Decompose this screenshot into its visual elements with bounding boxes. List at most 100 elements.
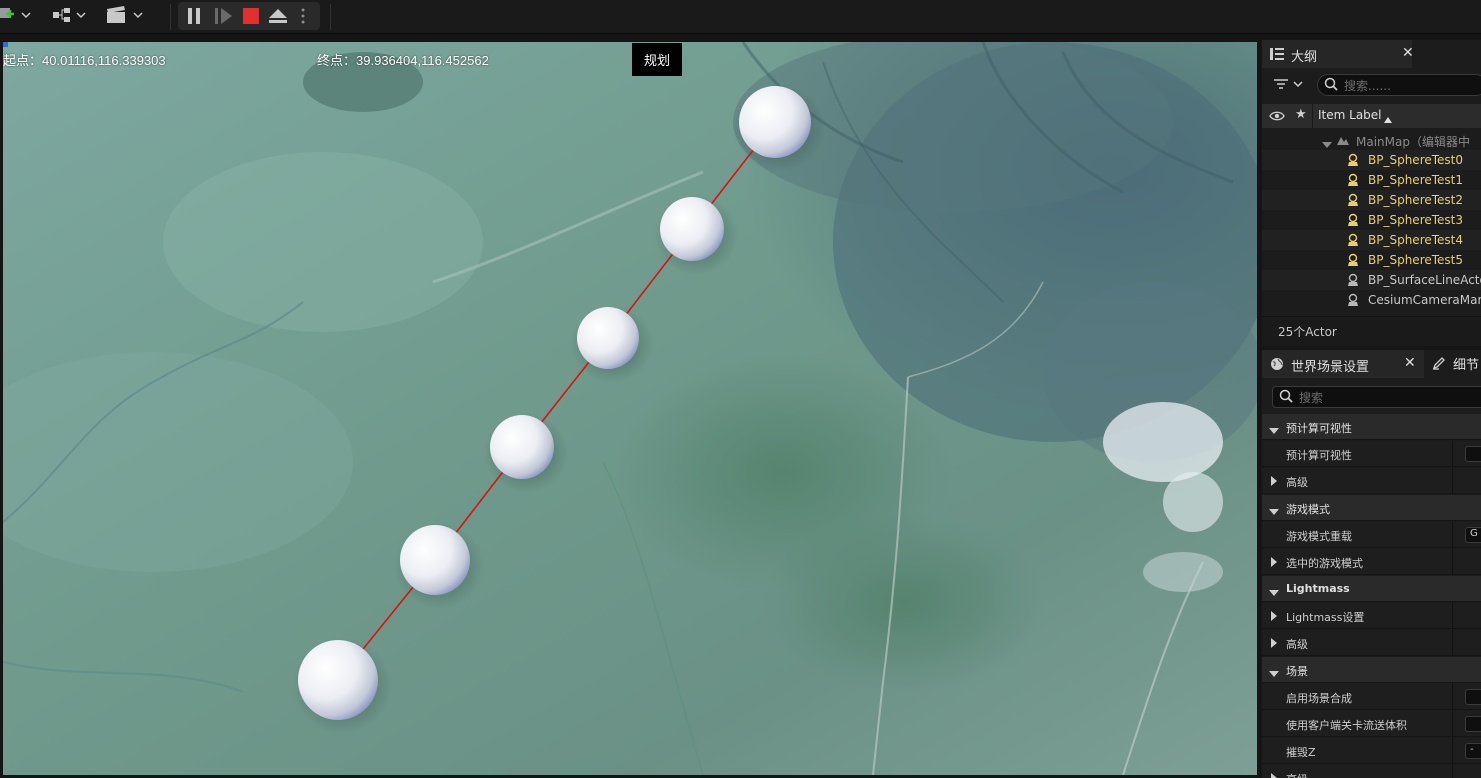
clapperboard-icon (106, 5, 144, 28)
pencil-icon (1432, 356, 1446, 373)
world-settings-panel: 世界场景设置 ✕ 细节 搜索 预计算可视性 预计算可视性 高级 游戏模式 游戏模式重载 G… (1262, 350, 1481, 778)
outliner-row[interactable]: CesiumCameraMan (1262, 290, 1481, 310)
property-column-divider (1452, 603, 1453, 629)
outliner-row[interactable]: BP_SphereTest1 (1262, 170, 1481, 190)
plan-route-button[interactable]: 规划 (632, 43, 682, 76)
actor-label: BP_SphereTest2 (1368, 193, 1464, 207)
frame-skip-button[interactable] (214, 6, 236, 28)
expand-arrow-icon[interactable] (1271, 638, 1277, 651)
expand-arrow-icon[interactable] (1271, 773, 1277, 778)
actor-label: BP_SphereTest4 (1368, 233, 1464, 247)
property-column-divider (1452, 549, 1453, 575)
collapse-arrow-icon[interactable] (1322, 137, 1332, 150)
actor-icon (1346, 213, 1360, 230)
outliner-row[interactable]: BP_SphereTest5 (1262, 250, 1481, 270)
outliner-row[interactable]: BP_SphereTest0 (1262, 150, 1481, 170)
cinematics-button[interactable] (106, 5, 144, 27)
property-subgroup[interactable]: Lightmass设置 (1262, 603, 1481, 629)
stop-icon (242, 7, 260, 28)
property-label: 游戏模式重载 (1286, 530, 1352, 543)
level-icon (1336, 133, 1350, 150)
property-value-field[interactable] (1465, 446, 1481, 462)
collapse-arrow-icon[interactable] (1269, 586, 1279, 599)
route-sphere[interactable] (490, 415, 554, 479)
outliner-column-header: ★ Item Label (1262, 104, 1481, 128)
collapse-arrow-icon[interactable] (1269, 505, 1279, 518)
property-row[interactable]: 摧毁Z - (1262, 738, 1481, 764)
property-subgroup[interactable]: 选中的游戏模式 (1262, 549, 1481, 575)
more-options-button[interactable] (300, 6, 312, 28)
property-subgroup[interactable]: 高级 (1262, 765, 1481, 778)
property-label: 高级 (1286, 476, 1308, 489)
expand-arrow-icon[interactable] (1271, 476, 1277, 489)
actor-icon (1346, 253, 1360, 270)
property-category[interactable]: Lightmass (1262, 576, 1481, 602)
property-label: 预计算可视性 (1286, 422, 1352, 435)
actor-icon (1346, 273, 1360, 290)
property-row[interactable]: 游戏模式重载 G (1262, 522, 1481, 548)
collapse-arrow-icon[interactable] (1269, 667, 1279, 680)
property-category[interactable]: 预计算可视性 (1262, 414, 1481, 440)
property-subgroup[interactable]: 高级 (1262, 468, 1481, 494)
tab-outliner[interactable]: 大纲 ✕ (1262, 40, 1414, 68)
stop-button[interactable] (242, 6, 262, 28)
close-icon[interactable]: ✕ (1404, 355, 1416, 371)
outliner-row[interactable]: BP_SphereTest4 (1262, 230, 1481, 250)
favorite-star-icon[interactable]: ★ (1295, 107, 1307, 122)
actor-count: 25个Actor (1278, 325, 1337, 339)
property-row[interactable]: 启用场景合成 (1262, 684, 1481, 710)
property-value-field[interactable]: G (1465, 527, 1481, 543)
sort-ascending-icon (1384, 112, 1392, 126)
level-viewport[interactable]: 起点：40.01116,116.339303 终点：39.936404,116.… (3, 42, 1257, 775)
pause-icon (186, 7, 202, 28)
property-label: Lightmass (1286, 582, 1350, 595)
actor-label: BP_SphereTest3 (1368, 213, 1464, 227)
item-label-column-header[interactable]: Item Label (1318, 108, 1382, 122)
route-sphere[interactable] (660, 197, 724, 261)
start-label: 起点： (3, 53, 43, 68)
route-sphere[interactable] (739, 86, 811, 158)
actor-label: BP_SurfaceLineActo (1368, 273, 1481, 287)
property-subgroup[interactable]: 高级 (1262, 630, 1481, 656)
expand-arrow-icon[interactable] (1271, 611, 1277, 624)
property-label: 启用场景合成 (1286, 692, 1352, 705)
add-actor-button[interactable] (0, 5, 34, 27)
eject-button[interactable] (268, 6, 290, 28)
actor-label: BP_SphereTest0 (1368, 153, 1464, 167)
property-column-divider (1452, 522, 1453, 548)
filter-icon[interactable] (1274, 79, 1304, 94)
route-sphere[interactable] (577, 307, 639, 369)
pause-button[interactable] (186, 6, 206, 28)
toolbar-divider (170, 4, 171, 30)
property-row[interactable]: 使用客户端关卡流送体积 (1262, 711, 1481, 737)
property-value-field[interactable] (1465, 689, 1481, 705)
property-label: 使用客户端关卡流送体积 (1286, 719, 1407, 732)
expand-arrow-icon[interactable] (1271, 557, 1277, 570)
outliner-search-placeholder: 搜索...... (1344, 78, 1391, 93)
collapse-arrow-icon[interactable] (1269, 424, 1279, 437)
tab-world-settings[interactable]: 世界场景设置 ✕ (1262, 350, 1424, 378)
tab-details[interactable]: 细节 (1426, 350, 1481, 378)
property-value-field[interactable] (1465, 716, 1481, 732)
outliner-search-input[interactable]: 搜索...... (1317, 74, 1481, 96)
actor-icon (1346, 293, 1360, 310)
outliner-row[interactable]: BP_SurfaceLineActo (1262, 270, 1481, 290)
actor-label: BP_SphereTest5 (1368, 253, 1464, 267)
property-category[interactable]: 游戏模式 (1262, 495, 1481, 521)
outliner-row[interactable]: BP_SphereTest2 (1262, 190, 1481, 210)
map-tree-row[interactable]: MainMap（编辑器中 (1262, 130, 1481, 150)
details-search-input[interactable]: 搜索 (1272, 386, 1481, 408)
close-icon[interactable]: ✕ (1402, 45, 1414, 61)
outliner-row[interactable]: BP_SphereTest3 (1262, 210, 1481, 230)
route-sphere[interactable] (400, 525, 470, 595)
actor-icon (1346, 233, 1360, 250)
property-value-field[interactable]: - (1465, 743, 1481, 759)
property-row[interactable]: 预计算可视性 (1262, 441, 1481, 467)
route-sphere[interactable] (298, 640, 378, 720)
visibility-eye-icon[interactable] (1269, 109, 1285, 126)
play-controls (178, 2, 320, 30)
actor-label: CesiumCameraMan (1368, 293, 1481, 307)
blueprint-button[interactable] (52, 5, 88, 27)
property-label: 场景 (1286, 665, 1308, 678)
property-category[interactable]: 场景 (1262, 657, 1481, 683)
